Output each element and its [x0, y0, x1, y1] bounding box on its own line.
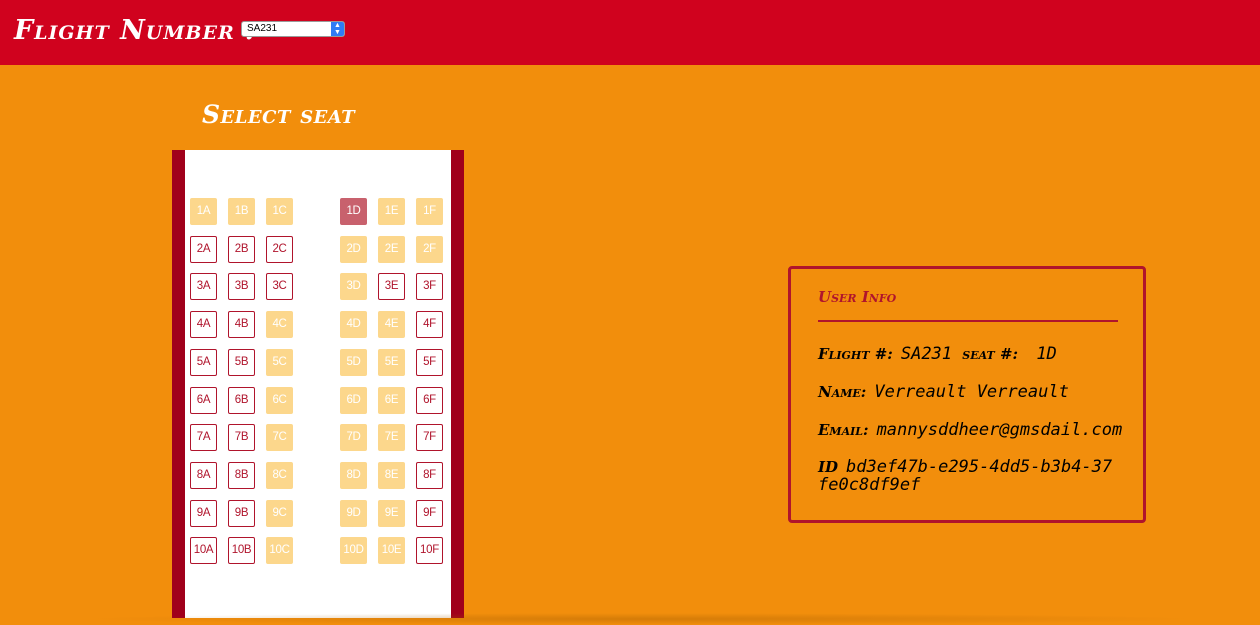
flight-select-value: SA231 [247, 23, 278, 34]
seat-9d[interactable]: 9D [340, 499, 367, 527]
seat-label: seat #: [962, 345, 1019, 363]
seat-2e[interactable]: 2E [378, 235, 405, 263]
email-label: Email: [818, 421, 869, 439]
user-info-card: User Info Flight #: SA231 seat #: 1D Name… [788, 266, 1146, 523]
seat-3a[interactable]: 3A [190, 273, 217, 301]
name-label: Name: [818, 383, 867, 401]
id-line: ID bd3ef47b-e295-4dd5-b3b4-37fe0c8df9ef [818, 458, 1118, 494]
seat-8f[interactable]: 8F [416, 461, 443, 489]
seat-10a[interactable]: 10A [190, 537, 217, 565]
seat-1a[interactable]: 1A [190, 198, 217, 225]
seat-5a[interactable]: 5A [190, 348, 217, 376]
id-value: bd3ef47b-e295-4dd5-b3b4-37fe0c8df9ef [818, 457, 1113, 495]
seat-5f[interactable]: 5F [416, 348, 443, 376]
seat-5e[interactable]: 5E [378, 348, 405, 376]
seat-4d[interactable]: 4D [340, 311, 367, 339]
top-bar: Flight Number : SA231 ▲ ▼ [0, 0, 1260, 65]
page-shadow [80, 613, 1200, 625]
seat-2f[interactable]: 2F [416, 235, 443, 263]
seat-9c[interactable]: 9C [266, 499, 293, 527]
seat-10d[interactable]: 10D [340, 537, 367, 565]
id-label: ID [818, 458, 839, 476]
email-line: Email: mannysddheer@gmsdail.com [818, 420, 1122, 440]
flight-value: SA231 [900, 344, 953, 364]
seat-10e[interactable]: 10E [378, 537, 405, 565]
email-value: mannysddheer@gmsdail.com [876, 420, 1123, 440]
seat-8e[interactable]: 8E [378, 461, 405, 489]
seat-7d[interactable]: 7D [340, 424, 367, 452]
seat-1e[interactable]: 1E [378, 198, 405, 225]
seat-7b[interactable]: 7B [228, 424, 255, 452]
seat-9a[interactable]: 9A [190, 499, 217, 527]
seat-3f[interactable]: 3F [416, 273, 443, 301]
seat-6b[interactable]: 6B [228, 386, 255, 414]
chevron-up-down-icon: ▲ ▼ [331, 22, 344, 36]
seat-6c[interactable]: 6C [266, 386, 293, 414]
flight-seat-line: Flight #: SA231 seat #: 1D [818, 344, 1057, 364]
seat-9f[interactable]: 9F [416, 499, 443, 527]
seat-value: 1D [1036, 344, 1057, 364]
seat-3d[interactable]: 3D [340, 273, 367, 301]
seat-8c[interactable]: 8C [266, 461, 293, 489]
seat-7c[interactable]: 7C [266, 424, 293, 452]
seat-1d[interactable]: 1D [340, 198, 367, 225]
seat-4c[interactable]: 4C [266, 311, 293, 339]
seat-10b[interactable]: 10B [228, 537, 255, 565]
name-value: Verreault Verreault [874, 382, 1069, 402]
seat-10f[interactable]: 10F [416, 537, 443, 565]
divider [818, 320, 1118, 322]
seat-9b[interactable]: 9B [228, 499, 255, 527]
flight-number-select[interactable]: SA231 ▲ ▼ [241, 21, 345, 37]
seat-3e[interactable]: 3E [378, 273, 405, 301]
seat-2c[interactable]: 2C [266, 235, 293, 263]
seat-2a[interactable]: 2A [190, 235, 217, 263]
seat-8d[interactable]: 8D [340, 461, 367, 489]
seat-5c[interactable]: 5C [266, 348, 293, 376]
flight-number-label: Flight Number : [14, 15, 257, 46]
seat-5b[interactable]: 5B [228, 348, 255, 376]
user-info-title: User Info [818, 288, 897, 306]
seat-6f[interactable]: 6F [416, 386, 443, 414]
seat-1f[interactable]: 1F [416, 198, 443, 225]
seat-8a[interactable]: 8A [190, 461, 217, 489]
seat-2d[interactable]: 2D [340, 235, 367, 263]
select-seat-title: Select seat [202, 100, 356, 129]
seat-3c[interactable]: 3C [266, 273, 293, 301]
seat-4e[interactable]: 4E [378, 311, 405, 339]
flight-label: Flight #: [818, 345, 893, 363]
seat-10c[interactable]: 10C [266, 537, 293, 565]
seat-9e[interactable]: 9E [378, 499, 405, 527]
seat-3b[interactable]: 3B [228, 273, 255, 301]
seat-1c[interactable]: 1C [266, 198, 293, 225]
seat-4f[interactable]: 4F [416, 311, 443, 339]
seat-5d[interactable]: 5D [340, 348, 367, 376]
seat-8b[interactable]: 8B [228, 461, 255, 489]
name-line: Name: Verreault Verreault [818, 382, 1069, 402]
seat-7a[interactable]: 7A [190, 424, 217, 452]
seat-6e[interactable]: 6E [378, 386, 405, 414]
seat-4a[interactable]: 4A [190, 311, 217, 339]
seat-map: 1A 1B 1C 1D 1E 1F 2A 2B 2C 2D 2E 2F 3A 3B 3C 3D 3E 3F 4A 4B… [172, 150, 464, 618]
seat-1b[interactable]: 1B [228, 198, 255, 225]
seat-6d[interactable]: 6D [340, 386, 367, 414]
seat-4b[interactable]: 4B [228, 311, 255, 339]
seat-7e[interactable]: 7E [378, 424, 405, 452]
seat-7f[interactable]: 7F [416, 424, 443, 452]
seat-6a[interactable]: 6A [190, 386, 217, 414]
seat-2b[interactable]: 2B [228, 235, 255, 263]
